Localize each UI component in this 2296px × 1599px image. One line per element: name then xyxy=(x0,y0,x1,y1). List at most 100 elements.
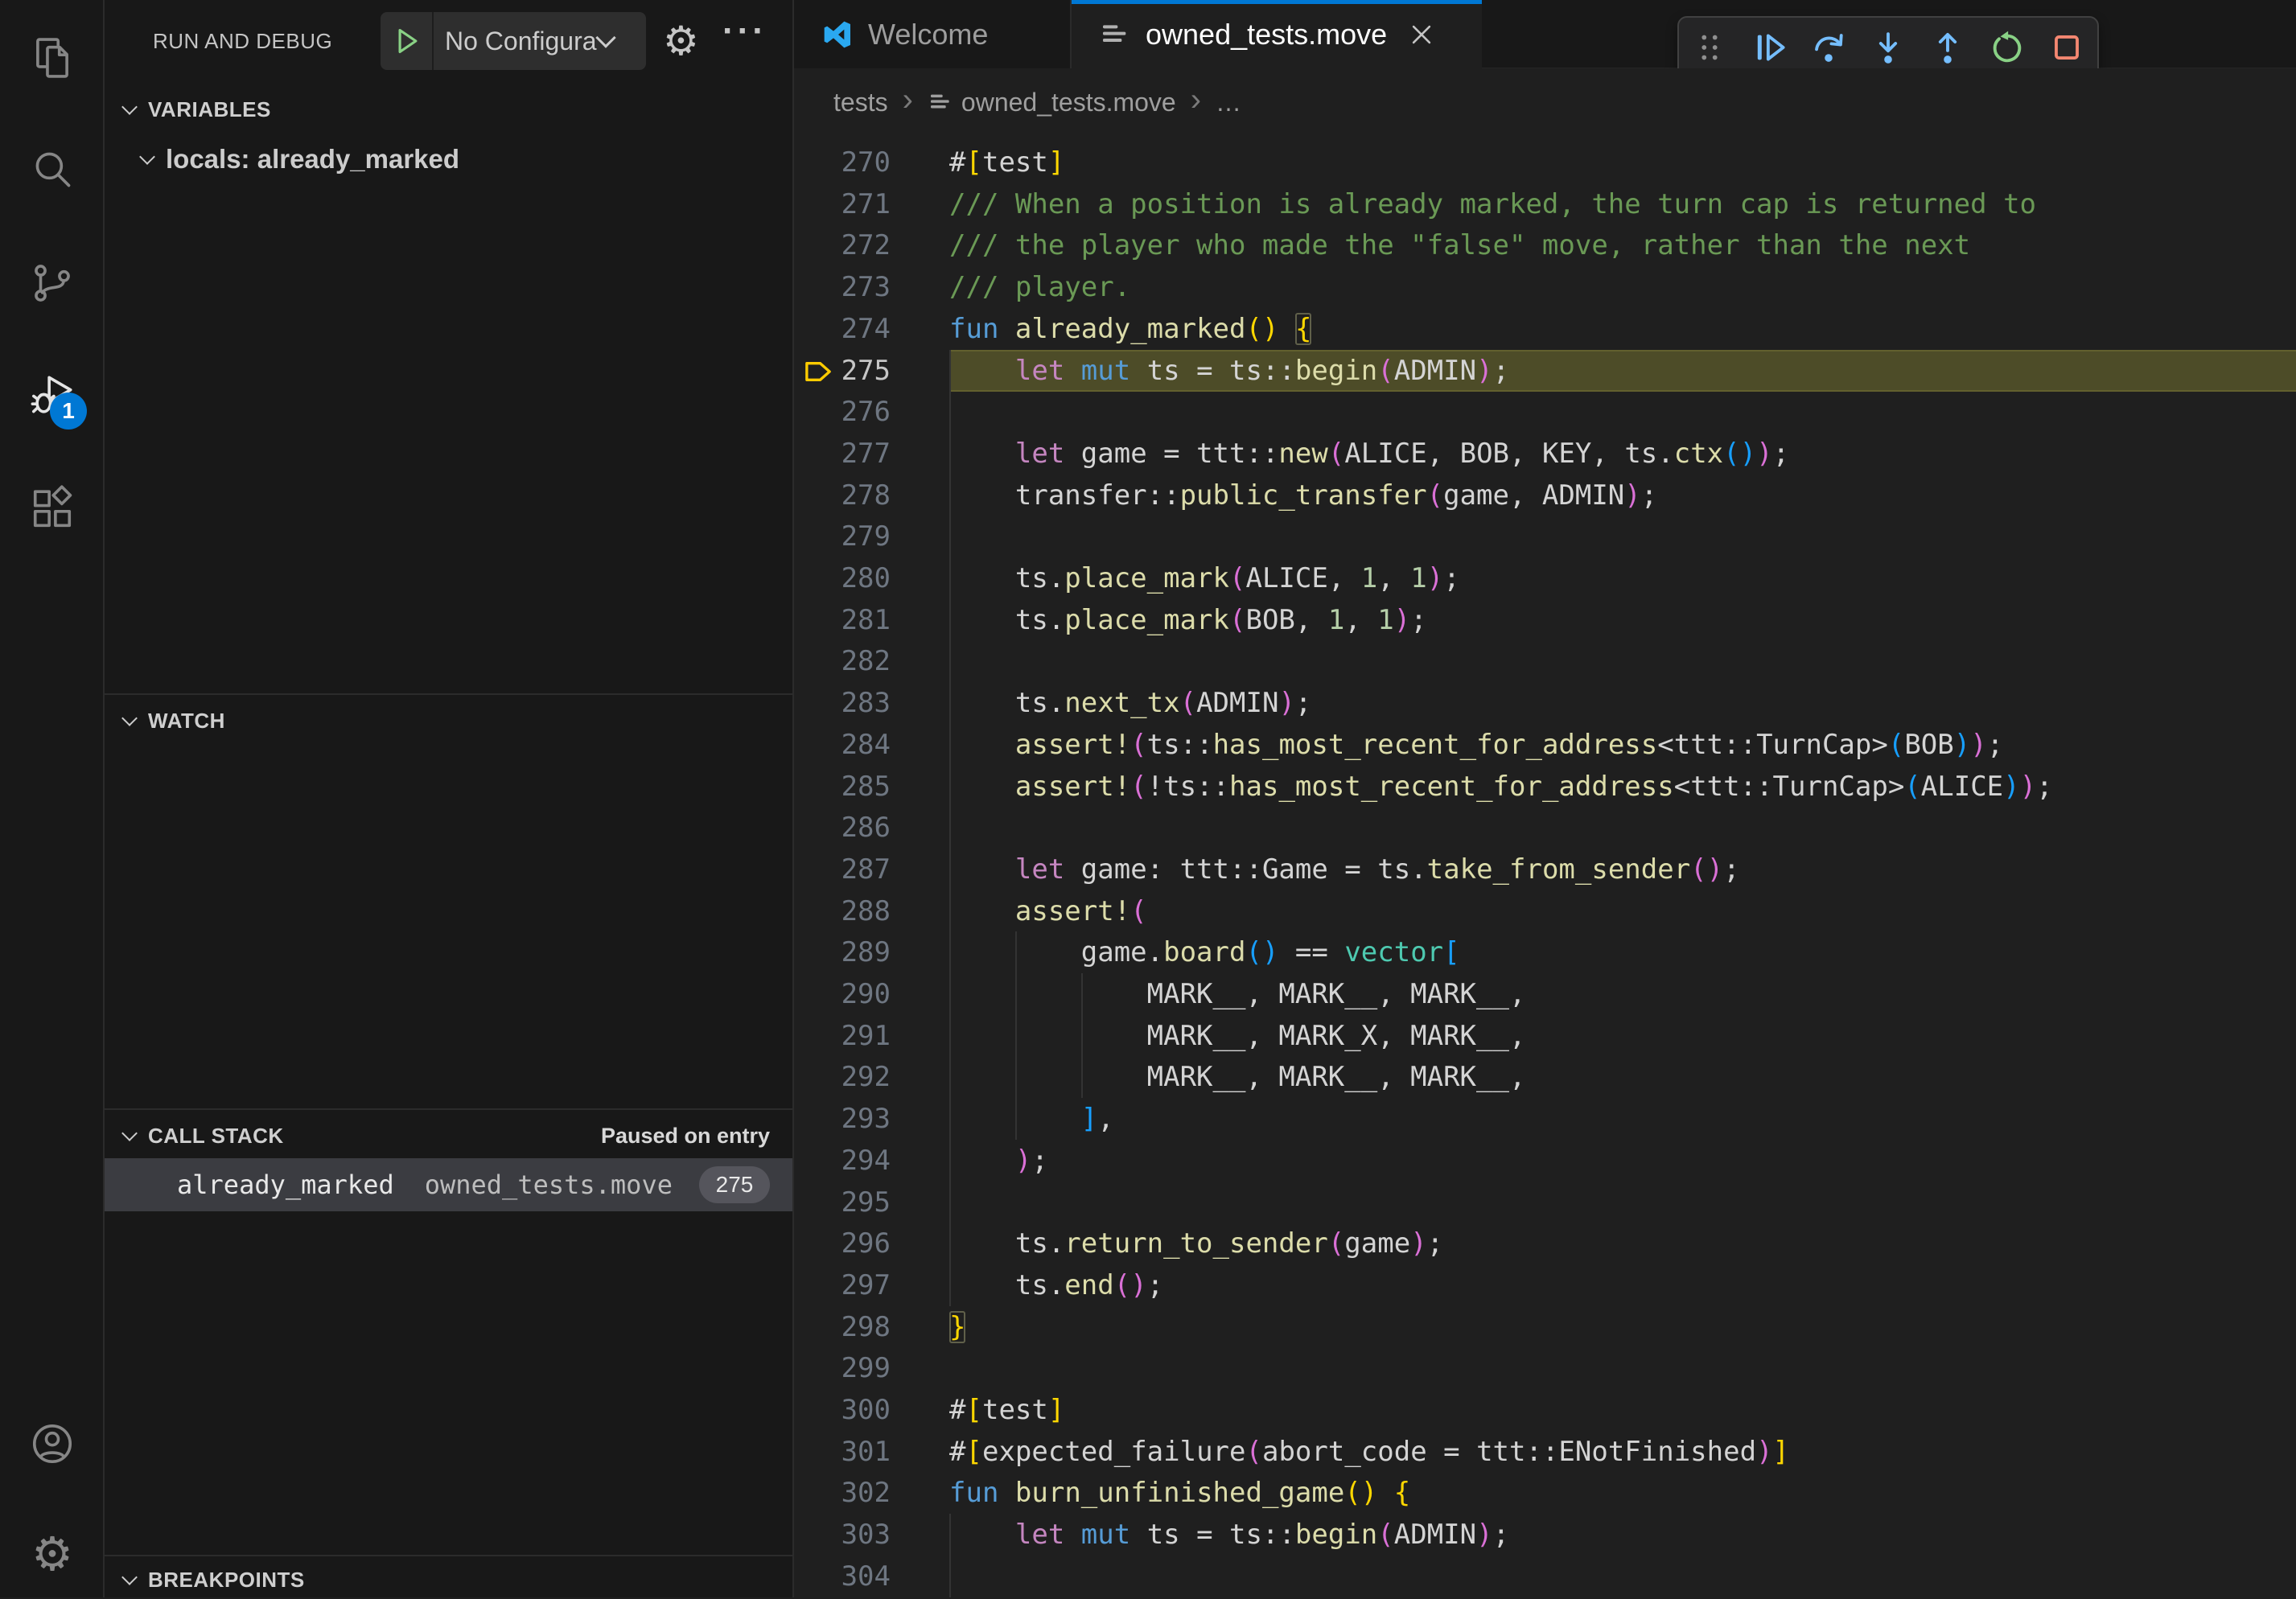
line-number[interactable]: 294 xyxy=(794,1140,891,1182)
debug-restart-icon[interactable] xyxy=(1982,23,2032,72)
line-number[interactable]: 271 xyxy=(794,183,891,225)
call-stack-section-header[interactable]: CALL STACK Paused on entry xyxy=(105,1116,792,1155)
code-token: mut xyxy=(1081,1519,1130,1551)
code-token: ) xyxy=(1015,1145,1031,1177)
variables-header-label: VARIABLES xyxy=(148,97,271,122)
breadcrumb-file[interactable]: owned_tests.move xyxy=(928,88,1176,117)
line-number[interactable]: 292 xyxy=(794,1056,891,1098)
code-line: 276 xyxy=(794,391,2296,433)
views-more-actions-icon[interactable]: ··· xyxy=(722,11,767,51)
code-token: , xyxy=(1097,1103,1113,1135)
debug-step-over-icon[interactable] xyxy=(1804,23,1854,72)
accounts-icon[interactable] xyxy=(29,1420,76,1467)
line-number[interactable]: 278 xyxy=(794,475,891,516)
debug-stop-icon[interactable] xyxy=(2042,23,2092,72)
breadcrumb-symbol-more[interactable]: … xyxy=(1216,88,1241,117)
extensions-icon[interactable] xyxy=(29,485,76,532)
sidebar-title: RUN AND DEBUG xyxy=(153,29,332,54)
line-number[interactable]: 300 xyxy=(794,1389,891,1431)
line-number[interactable]: 272 xyxy=(794,224,891,266)
line-number[interactable]: 304 xyxy=(794,1556,891,1597)
close-icon[interactable] xyxy=(1408,21,1435,48)
code-token: ts = ts:: xyxy=(1130,1519,1295,1551)
line-number[interactable]: 297 xyxy=(794,1264,891,1306)
explorer-icon[interactable] xyxy=(29,35,76,81)
line-number[interactable]: 296 xyxy=(794,1223,891,1264)
code-token: BOB, xyxy=(1245,604,1327,636)
line-number[interactable]: 273 xyxy=(794,266,891,308)
line-number[interactable]: 282 xyxy=(794,640,891,682)
line-number[interactable]: 285 xyxy=(794,766,891,808)
line-number[interactable]: 290 xyxy=(794,973,891,1015)
tab-owned-tests-move[interactable]: owned_tests.move xyxy=(1072,0,1482,68)
code-token: ) xyxy=(1476,355,1492,387)
line-number[interactable]: 298 xyxy=(794,1306,891,1348)
variables-scope-locals[interactable]: locals: already_marked xyxy=(105,138,792,180)
line-number[interactable]: 291 xyxy=(794,1015,891,1057)
code-line-text: /// player. xyxy=(949,266,1130,308)
variables-section-header[interactable]: VARIABLES xyxy=(105,90,792,129)
line-number[interactable]: 274 xyxy=(794,308,891,350)
indent-guide xyxy=(949,391,951,433)
code-token: ] xyxy=(1048,146,1064,179)
line-number[interactable]: 275 xyxy=(794,350,891,392)
toolbar-drag-handle[interactable] xyxy=(1685,23,1734,72)
line-number[interactable]: 279 xyxy=(794,516,891,557)
line-number[interactable]: 276 xyxy=(794,391,891,433)
line-number[interactable]: 301 xyxy=(794,1431,891,1473)
settings-gear-icon[interactable]: ⚙ xyxy=(24,1527,80,1583)
line-number[interactable]: 288 xyxy=(794,890,891,932)
breadcrumb-folder[interactable]: tests xyxy=(833,88,888,117)
code-token: ts. xyxy=(949,1227,1064,1260)
line-number[interactable]: 293 xyxy=(794,1098,891,1140)
code-token: ) xyxy=(1130,1269,1146,1301)
code-line: 295 xyxy=(794,1182,2296,1223)
line-number[interactable]: 303 xyxy=(794,1514,891,1556)
debug-step-into-icon[interactable] xyxy=(1863,23,1913,72)
config-chevron-down-icon[interactable] xyxy=(595,27,615,47)
line-number[interactable]: 289 xyxy=(794,931,891,973)
line-number[interactable]: 286 xyxy=(794,807,891,849)
code-line-text: /// the player who made the "false" move… xyxy=(949,224,1970,266)
line-number[interactable]: 287 xyxy=(794,849,891,890)
chevron-down-icon xyxy=(121,1569,138,1585)
code-line: 294 ); xyxy=(794,1140,2296,1182)
code-token: let xyxy=(1015,438,1064,470)
code-token: vector xyxy=(1344,936,1443,968)
line-number[interactable]: 280 xyxy=(794,557,891,599)
call-stack-frame-row[interactable]: already_marked owned_tests.move 275 xyxy=(105,1158,792,1211)
code-token xyxy=(949,771,1015,803)
code-token: ) xyxy=(1262,313,1278,345)
code-line: 301#[expected_failure(abort_code = ttt::… xyxy=(794,1431,2296,1473)
code-line: 289 game.board() == vector[ xyxy=(794,931,2296,973)
line-number[interactable]: 281 xyxy=(794,599,891,641)
source-control-icon[interactable] xyxy=(29,260,76,306)
debug-step-out-icon[interactable] xyxy=(1923,23,1973,72)
code-line: 273 /// player. xyxy=(794,266,2296,308)
code-line: 286 xyxy=(794,807,2296,849)
line-number[interactable]: 299 xyxy=(794,1347,891,1389)
code-token: ( xyxy=(1888,729,1904,761)
line-number[interactable]: 284 xyxy=(794,724,891,766)
watch-section-header[interactable]: WATCH xyxy=(105,701,792,740)
code-editor[interactable]: 270#[test]271/// When a position is alre… xyxy=(794,136,2296,1597)
line-number[interactable]: 270 xyxy=(794,142,891,183)
indent-guide xyxy=(949,1182,951,1223)
tab-welcome[interactable]: Welcome xyxy=(794,0,1072,68)
code-token: 1 xyxy=(1361,562,1377,594)
line-number[interactable]: 283 xyxy=(794,682,891,724)
line-number[interactable]: 295 xyxy=(794,1182,891,1223)
debug-settings-gear-icon[interactable]: ⚙ xyxy=(663,13,699,69)
code-line-text: ts.end(); xyxy=(949,1264,1163,1306)
code-token: ; xyxy=(2036,771,2052,803)
search-icon[interactable] xyxy=(29,146,76,192)
debug-config-label[interactable]: No Configura xyxy=(445,27,597,56)
line-number[interactable]: 277 xyxy=(794,433,891,475)
call-stack-header-label: CALL STACK xyxy=(148,1124,284,1149)
debug-continue-icon[interactable] xyxy=(1744,23,1794,72)
breakpoints-section-header[interactable]: BREAKPOINTS xyxy=(105,1560,792,1599)
start-debugging-config-button[interactable]: No Configura xyxy=(381,12,646,70)
code-line: 282 xyxy=(794,640,2296,682)
start-debugging-icon[interactable] xyxy=(381,12,434,70)
line-number[interactable]: 302 xyxy=(794,1472,891,1514)
